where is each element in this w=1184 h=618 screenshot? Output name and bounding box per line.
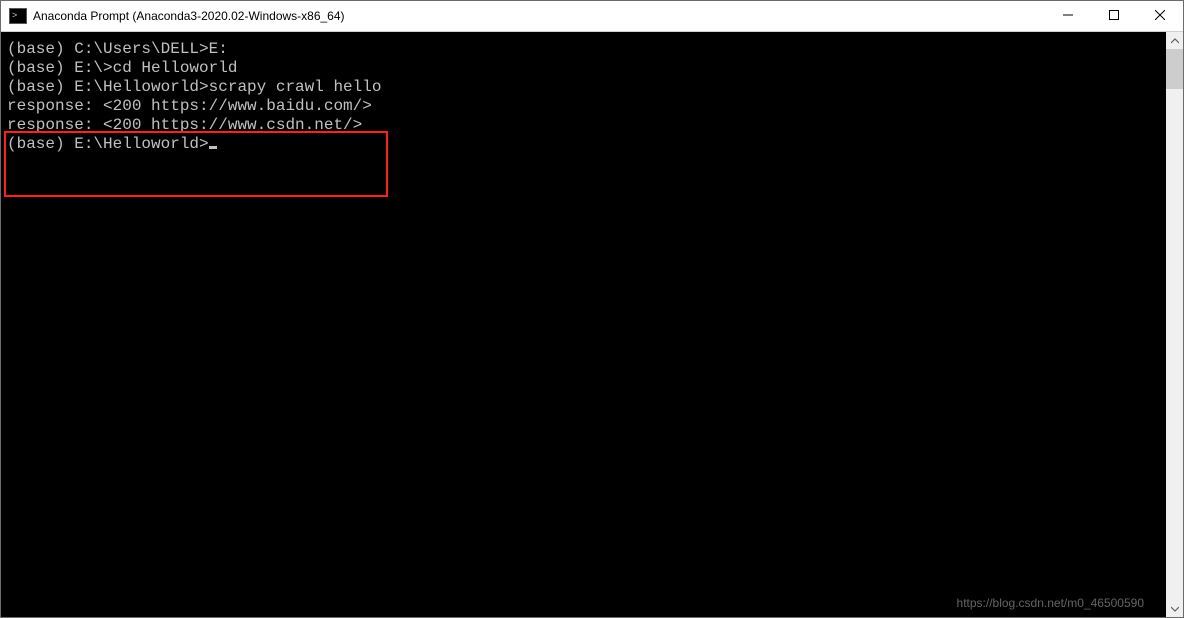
terminal-line: (base) E:\Helloworld>scrapy crawl hello (7, 78, 1160, 97)
close-icon (1155, 7, 1165, 25)
terminal-line: (base) E:\>cd Helloworld (7, 59, 1160, 78)
terminal-cursor (209, 146, 217, 149)
vertical-scrollbar[interactable] (1166, 32, 1183, 617)
chevron-down-icon (1171, 600, 1179, 618)
minimize-icon (1063, 7, 1073, 25)
terminal-line: response: <200 https://www.baidu.com/> (7, 97, 1160, 116)
app-window: Anaconda Prompt (Anaconda3-2020.02-Windo… (0, 0, 1184, 618)
terminal-output[interactable]: (base) C:\Users\DELL>E:(base) E:\>cd Hel… (1, 32, 1166, 617)
window-title: Anaconda Prompt (Anaconda3-2020.02-Windo… (33, 9, 345, 23)
close-button[interactable] (1137, 1, 1183, 31)
terminal-line: (base) C:\Users\DELL>E: (7, 40, 1160, 59)
scroll-up-button[interactable] (1166, 32, 1183, 49)
titlebar[interactable]: Anaconda Prompt (Anaconda3-2020.02-Windo… (1, 1, 1183, 32)
client-area: (base) C:\Users\DELL>E:(base) E:\>cd Hel… (1, 32, 1183, 617)
scrollbar-track[interactable] (1166, 49, 1183, 600)
maximize-button[interactable] (1091, 1, 1137, 31)
maximize-icon (1109, 7, 1119, 25)
scrollbar-thumb[interactable] (1166, 49, 1183, 89)
chevron-up-icon (1171, 32, 1179, 50)
watermark-text: https://blog.csdn.net/m0_46500590 (957, 594, 1144, 613)
minimize-button[interactable] (1045, 1, 1091, 31)
scroll-down-button[interactable] (1166, 600, 1183, 617)
app-icon (9, 8, 27, 24)
terminal-line: response: <200 https://www.csdn.net/> (7, 116, 1160, 135)
terminal-line: (base) E:\Helloworld> (7, 135, 1160, 154)
